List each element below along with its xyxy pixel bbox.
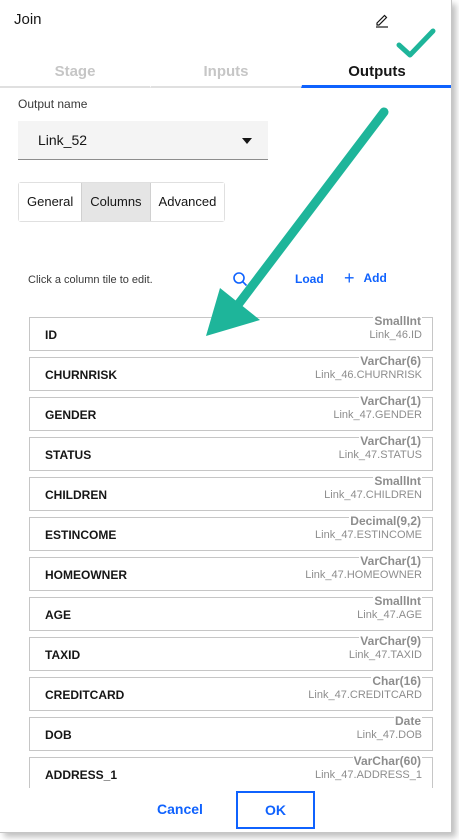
column-name: DOB	[45, 728, 72, 742]
column-type: Char(16)	[371, 674, 422, 688]
column-source: Link_47.ADDRESS_1	[314, 769, 422, 781]
output-name-value: Link_52	[38, 132, 88, 148]
column-source: Link_47.AGE	[357, 609, 422, 621]
column-tile[interactable]: STATUS VarChar(1) Link_47.STATUS	[29, 434, 433, 471]
column-type: VarChar(1)	[359, 554, 422, 568]
output-name-label: Output name	[18, 97, 88, 111]
column-name: HOMEOWNER	[45, 568, 127, 582]
column-tile[interactable]: CREDITCARD Char(16) Link_47.CREDITCARD	[29, 674, 433, 711]
column-type: Date	[393, 714, 422, 728]
column-source: Link_46.CHURNRISK	[315, 369, 422, 381]
column-name: ADDRESS_1	[45, 768, 118, 782]
column-tile[interactable]: CHURNRISK VarChar(6) Link_46.CHURNRISK	[29, 354, 433, 391]
column-tile[interactable]: GENDER VarChar(1) Link_47.GENDER	[29, 394, 433, 431]
column-name: TAXID	[45, 648, 81, 662]
column-tile[interactable]: CHILDREN SmallInt Link_47.CHILDREN	[29, 474, 433, 511]
column-source: Link_47.GENDER	[333, 409, 422, 421]
panel-header: Join	[0, 0, 451, 44]
column-name: ID	[45, 328, 57, 342]
column-type: SmallInt	[373, 474, 422, 488]
tab-inputs[interactable]: Inputs	[150, 58, 301, 88]
column-source: Link_47.DOB	[356, 729, 422, 741]
columns-hint: Click a column tile to edit.	[28, 274, 153, 286]
column-tile[interactable]: HOMEOWNER VarChar(1) Link_47.HOMEOWNER	[29, 554, 433, 591]
tab-general[interactable]: General	[19, 183, 82, 221]
cancel-button[interactable]: Cancel	[157, 801, 203, 817]
column-source: Link_47.CHILDREN	[324, 489, 422, 501]
panel-title: Join	[14, 11, 42, 28]
annotation-arrow-icon	[206, 107, 389, 336]
stage-tabs: Stage Inputs Outputs	[0, 58, 451, 88]
checkmark-icon	[396, 28, 436, 58]
column-name: CHURNRISK	[45, 368, 117, 382]
column-tile[interactable]: TAXID VarChar(9) Link_47.TAXID	[29, 634, 433, 671]
column-type: VarChar(1)	[359, 394, 422, 408]
column-tile[interactable]: DOB Date Link_47.DOB	[29, 714, 433, 751]
column-type: VarChar(60)	[352, 754, 422, 768]
pencil-icon[interactable]	[374, 12, 390, 28]
column-name: AGE	[45, 608, 72, 622]
sub-tabs: General Columns Advanced	[18, 182, 226, 222]
column-type: VarChar(9)	[359, 634, 422, 648]
tab-stage[interactable]: Stage	[0, 58, 150, 88]
column-source: Link_47.CREDITCARD	[308, 689, 422, 701]
dialog-footer: Cancel OK	[0, 788, 451, 832]
tab-columns[interactable]: Columns	[81, 183, 151, 221]
column-source: Link_47.ESTINCOME	[315, 529, 422, 541]
column-type: SmallInt	[373, 594, 422, 608]
column-type: VarChar(1)	[359, 434, 422, 448]
ok-button[interactable]: OK	[236, 791, 315, 829]
column-type: Decimal(9,2)	[349, 514, 422, 528]
column-name: ESTINCOME	[45, 528, 117, 542]
column-tile[interactable]: AGE SmallInt Link_47.AGE	[29, 594, 433, 631]
column-tile[interactable]: ESTINCOME Decimal(9,2) Link_47.ESTINCOME	[29, 514, 433, 551]
column-name: GENDER	[45, 408, 97, 422]
column-name: CHILDREN	[45, 488, 107, 502]
column-source: Link_47.HOMEOWNER	[305, 569, 422, 581]
column-source: Link_47.TAXID	[348, 649, 422, 661]
column-name: STATUS	[45, 448, 92, 462]
column-name: CREDITCARD	[45, 688, 125, 702]
column-type: VarChar(6)	[359, 354, 422, 368]
tab-outputs[interactable]: Outputs	[301, 58, 451, 88]
column-tile[interactable]: ADDRESS_1 VarChar(60) Link_47.ADDRESS_1	[29, 754, 433, 791]
column-source: Link_47.STATUS	[338, 449, 422, 461]
column-list: ID SmallInt Link_46.ID CHURNRISK VarChar(6) L…	[29, 314, 433, 797]
